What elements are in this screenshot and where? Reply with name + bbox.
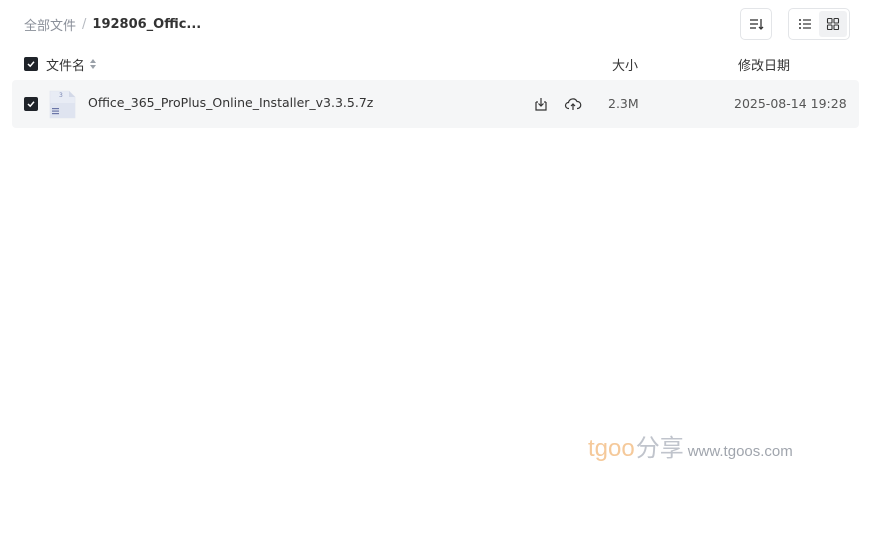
cloud-upload-icon	[564, 98, 582, 110]
watermark-cn: 分享	[635, 434, 684, 462]
checkmark-icon	[27, 101, 35, 108]
grid-view-icon	[826, 17, 840, 31]
size-column-header: 大小	[612, 52, 638, 76]
watermark-url: www.tgoos.com	[687, 443, 793, 460]
breadcrumb-separator: /	[82, 16, 87, 32]
list-view-button[interactable]	[791, 11, 819, 37]
watermark-brand: tgoo	[588, 435, 635, 462]
watermark: tgoo 分享 www.tgoos.com	[588, 428, 793, 463]
file-name-link[interactable]: Office_365_ProPlus_Online_Installer_v3.3…	[88, 95, 373, 110]
breadcrumb-root-link[interactable]: 全部文件	[24, 15, 76, 34]
table-row[interactable]: 3 Office_365_ProPlus_Online_Installer_v3…	[12, 80, 859, 128]
name-column-header: 文件名	[24, 52, 97, 76]
view-toggle	[788, 8, 850, 40]
sort-arrows-icon[interactable]	[89, 58, 97, 70]
cloud-upload-button[interactable]	[563, 94, 583, 114]
grid-view-button[interactable]	[819, 11, 847, 37]
row-checkbox[interactable]	[24, 97, 38, 111]
modified-column-label: 修改日期	[738, 58, 791, 74]
download-icon	[535, 98, 547, 111]
breadcrumb-current-folder: 192806_Offic...	[92, 16, 202, 32]
file-modified-date: 2025-08-14 19:28	[734, 96, 847, 111]
sort-lines-icon	[750, 19, 764, 30]
size-column-label: 大小	[612, 58, 639, 74]
modified-column-header: 修改日期	[738, 52, 790, 76]
file-browser-page: 全部文件 / 192806_Offic... 文件名 大小 修改日期 3 Off…	[0, 0, 874, 538]
file-size: 2.3M	[608, 96, 639, 111]
select-all-checkbox[interactable]	[24, 57, 38, 71]
sort-button[interactable]	[740, 8, 772, 40]
svg-text:3: 3	[59, 92, 63, 99]
archive-file-icon: 3	[47, 89, 77, 119]
name-column-label[interactable]: 文件名	[46, 55, 85, 74]
list-view-icon	[799, 19, 811, 29]
checkmark-icon	[27, 61, 35, 68]
download-button[interactable]	[531, 94, 551, 114]
breadcrumb: 全部文件 / 192806_Offic...	[24, 14, 201, 34]
